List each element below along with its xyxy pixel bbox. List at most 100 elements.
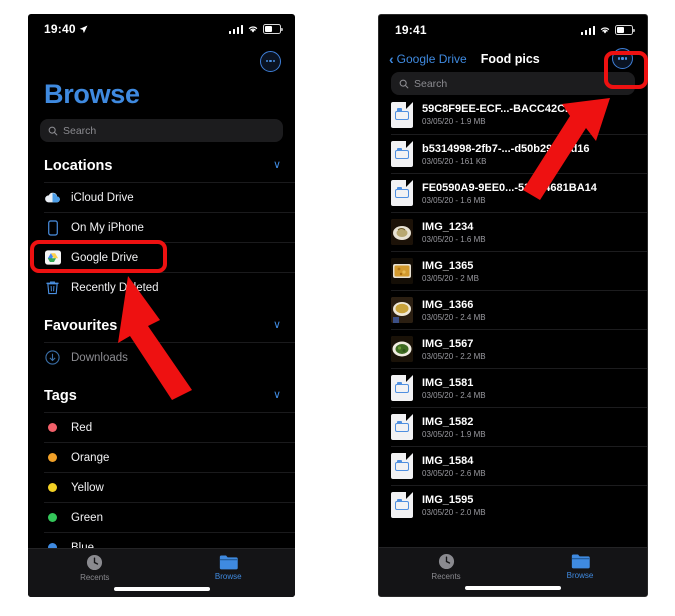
home-indicator: [113, 587, 210, 591]
photo-thumbnail: [391, 258, 413, 284]
dot: [273, 59, 276, 63]
file-meta: IMG_1582 03/05/20 - 1.9 MB: [422, 416, 486, 439]
file-subtitle: 03/05/20 - 2.4 MB: [422, 390, 486, 400]
more-options-button[interactable]: [260, 50, 281, 72]
tab-browse[interactable]: Browse: [513, 553, 647, 580]
wifi-icon: [600, 27, 610, 34]
search-placeholder: Search: [414, 77, 448, 90]
file-subtitle: 03/05/20 - 2.2 MB: [422, 351, 486, 361]
tag-label: Green: [71, 511, 103, 524]
sidebar-item-label: On My iPhone: [71, 221, 144, 234]
section-title: Locations: [44, 157, 113, 174]
file-meta: IMG_1365 03/05/20 - 2 MB: [422, 260, 479, 283]
chevron-down-icon[interactable]: ∨: [273, 390, 281, 401]
status-bar: 19:40: [28, 14, 295, 44]
sidebar-item-recently-deleted[interactable]: Recently Deleted: [44, 272, 295, 302]
folder-icon: [571, 554, 590, 569]
file-subtitle: 03/05/20 - 1.6 MB: [422, 234, 486, 244]
file-row[interactable]: IMG_1595 03/05/20 - 2.0 MB: [391, 485, 647, 524]
clock-icon: [87, 554, 103, 571]
sidebar-item-downloads[interactable]: Downloads: [44, 342, 295, 372]
wifi-icon: [248, 26, 258, 33]
document-icon: [391, 492, 413, 518]
status-bar: 19:41: [379, 15, 647, 45]
document-icon: [391, 180, 413, 206]
file-row[interactable]: IMG_1366 03/05/20 - 2.4 MB: [391, 290, 647, 329]
tag-dot-icon: [44, 479, 61, 496]
file-name: IMG_1366: [422, 298, 474, 311]
status-indicators: [580, 25, 635, 35]
tab-browse[interactable]: Browse: [162, 554, 296, 581]
file-meta: IMG_1584 03/05/20 - 2.6 MB: [422, 455, 486, 478]
sidebar-item-on-my-iphone[interactable]: On My iPhone: [44, 212, 295, 242]
file-subtitle: 03/05/20 - 1.6 MB: [422, 195, 486, 205]
tab-bar: Recents Browse: [28, 548, 295, 597]
sidebar-item-label: Recently Deleted: [71, 281, 159, 294]
status-time: 19:40: [44, 22, 76, 36]
status-indicators: [228, 24, 283, 34]
tab-label: Browse: [214, 572, 242, 581]
tag-dot-icon: [44, 509, 61, 526]
more-row: [28, 44, 295, 78]
document-icon: [391, 453, 413, 479]
page-title: Browse: [44, 79, 140, 109]
search-input[interactable]: Search: [40, 119, 283, 142]
file-subtitle: 03/05/20 - 2.0 MB: [422, 507, 486, 517]
file-row[interactable]: FE0590A9-9EE0...-536C4681BA14 03/05/20 -…: [391, 173, 647, 212]
file-row[interactable]: IMG_1581 03/05/20 - 2.4 MB: [391, 368, 647, 407]
file-row[interactable]: 59C8F9EE-ECF...-BACC42CB5FA5 03/05/20 - …: [391, 95, 647, 134]
file-name: FE0590A9-9EE0...-536C4681BA14: [422, 181, 597, 194]
sidebar-item-label: iCloud Drive: [71, 191, 134, 204]
back-label: Google Drive: [396, 51, 467, 66]
section-header-tags[interactable]: Tags ∨: [28, 379, 295, 412]
section-header-locations[interactable]: Locations ∨: [28, 149, 295, 182]
download-icon: [44, 349, 61, 366]
tag-item-yellow[interactable]: Yellow: [44, 472, 295, 502]
home-indicator: [465, 586, 561, 590]
more-options-button[interactable]: [612, 48, 633, 69]
icloud-drive-icon: [44, 189, 61, 206]
file-row[interactable]: b5314998-2fb7-...-d50b2961ed16 03/05/20 …: [391, 134, 647, 173]
tag-item-orange[interactable]: Orange: [44, 442, 295, 472]
file-subtitle: 03/05/20 - 2.6 MB: [422, 468, 486, 478]
file-row[interactable]: IMG_1584 03/05/20 - 2.6 MB: [391, 446, 647, 485]
photo-thumbnail: [391, 219, 413, 245]
search-input[interactable]: Search: [391, 72, 635, 95]
tab-recents[interactable]: Recents: [379, 553, 513, 581]
back-button[interactable]: ‹ Google Drive: [389, 52, 467, 66]
file-meta: b5314998-2fb7-...-d50b2961ed16 03/05/20 …: [422, 143, 590, 166]
file-subtitle: 03/05/20 - 1.9 MB: [422, 429, 486, 439]
phone-screenshot-browse: 19:40 Browse Search Locations ∨ iCloud D…: [28, 14, 295, 597]
file-name: IMG_1595: [422, 493, 474, 506]
tag-label: Red: [71, 421, 93, 434]
document-icon: [391, 101, 413, 128]
file-row[interactable]: IMG_1365 03/05/20 - 2 MB: [391, 251, 647, 290]
chevron-down-icon[interactable]: ∨: [273, 160, 281, 171]
file-subtitle: 03/05/20 - 2.4 MB: [422, 312, 486, 322]
status-time-group: 19:41: [395, 23, 427, 37]
tag-item-red[interactable]: Red: [44, 412, 295, 442]
sidebar-item-google-drive[interactable]: Google Drive: [44, 242, 295, 272]
file-row[interactable]: IMG_1567 03/05/20 - 2.2 MB: [391, 329, 647, 368]
tab-recents[interactable]: Recents: [28, 554, 162, 582]
file-name: b5314998-2fb7-...-d50b2961ed16: [422, 142, 590, 155]
file-name: IMG_1582: [422, 415, 474, 428]
file-name: IMG_1234: [422, 220, 474, 233]
search-icon: [48, 126, 58, 135]
tag-label: Yellow: [71, 481, 104, 494]
file-row[interactable]: IMG_1234 03/05/20 - 1.6 MB: [391, 212, 647, 251]
dot: [617, 57, 620, 60]
section-title: Favourites: [44, 317, 118, 334]
tag-item-green[interactable]: Green: [44, 502, 295, 532]
file-subtitle: 03/05/20 - 161 KB: [422, 156, 487, 166]
section-title: Tags: [44, 387, 77, 404]
section-header-favourites[interactable]: Favourites ∨: [28, 309, 295, 342]
file-meta: IMG_1567 03/05/20 - 2.2 MB: [422, 338, 486, 361]
sidebar-item-icloud-drive[interactable]: iCloud Drive: [44, 182, 295, 212]
photo-thumbnail: [391, 297, 413, 323]
photo-thumbnail: [391, 336, 413, 362]
file-name: IMG_1365: [422, 259, 474, 272]
chevron-down-icon[interactable]: ∨: [273, 320, 281, 331]
file-row[interactable]: IMG_1582 03/05/20 - 1.9 MB: [391, 407, 647, 446]
folder-icon: [219, 555, 238, 570]
